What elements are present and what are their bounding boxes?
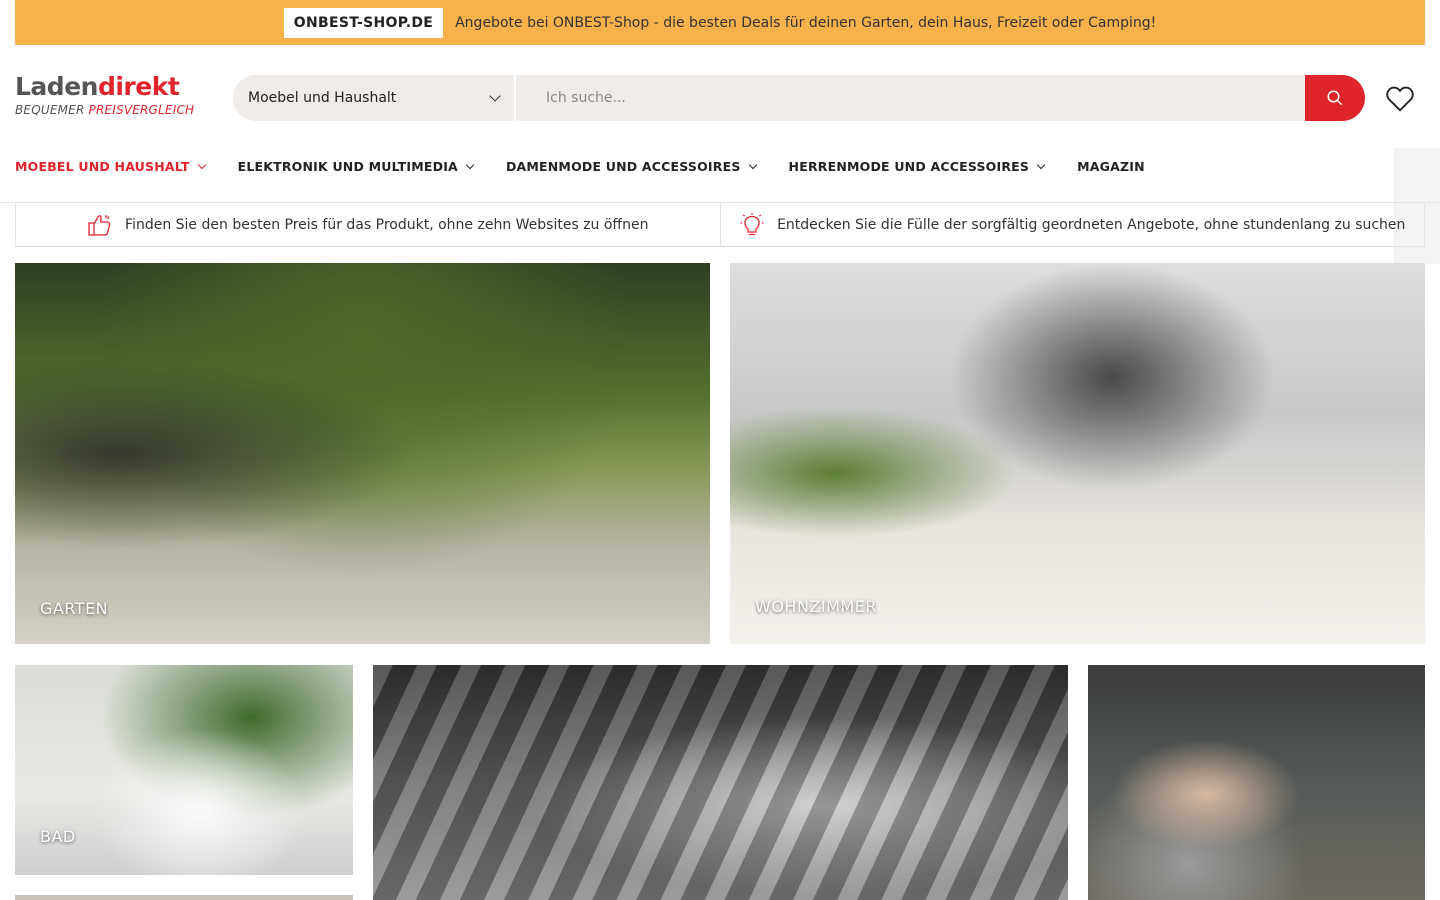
chevron-down-icon bbox=[489, 90, 501, 102]
main-nav: MOEBEL UND HAUSHALT ELEKTRONIK UND MULTI… bbox=[15, 150, 1145, 182]
chevron-down-icon bbox=[1036, 160, 1046, 169]
logo-tagline-part1: BEQUEMER bbox=[15, 103, 89, 117]
nav-item-label: DAMENMODE UND ACCESSOIRES bbox=[505, 158, 741, 174]
thumbs-up-icon bbox=[87, 212, 113, 238]
chevron-down-icon bbox=[197, 160, 206, 169]
search-input[interactable] bbox=[516, 75, 1305, 121]
tile-label: BAD bbox=[40, 827, 76, 846]
logo-text-part1: Laden bbox=[15, 72, 98, 101]
search-icon bbox=[1327, 90, 1343, 106]
feature-text: Finden Sie den besten Preis für das Prod… bbox=[125, 216, 649, 233]
category-tile-kitchen[interactable] bbox=[1088, 665, 1425, 900]
lightbulb-icon bbox=[739, 212, 765, 238]
nav-item-moebel[interactable]: MOEBEL UND HAUSHALT bbox=[15, 158, 206, 174]
nav-item-label: HERRENMODE UND ACCESSOIRES bbox=[788, 158, 1030, 174]
chevron-down-icon bbox=[748, 160, 757, 169]
heart-icon bbox=[1386, 86, 1414, 112]
tile-label: GARTEN bbox=[40, 599, 109, 618]
nav-item-damenmode[interactable]: DAMENMODE UND ACCESSOIRES bbox=[505, 158, 757, 174]
feature-item: Finden Sie den besten Preis für das Prod… bbox=[16, 203, 720, 246]
category-select-value: Moebel und Haushalt bbox=[248, 90, 397, 106]
category-tile-wohnzimmer[interactable]: WOHNZIMMER bbox=[730, 263, 1425, 644]
category-tile-garten[interactable]: GARTEN bbox=[15, 263, 710, 644]
promo-badge[interactable]: ONBEST-SHOP.DE bbox=[283, 7, 444, 38]
search-button[interactable] bbox=[1305, 75, 1365, 121]
promo-text[interactable]: Angebote bei ONBEST-Shop - die besten De… bbox=[455, 15, 1156, 31]
chevron-down-icon bbox=[465, 160, 475, 169]
category-tile-tools[interactable] bbox=[373, 665, 1068, 900]
nav-item-herrenmode[interactable]: HERRENMODE UND ACCESSOIRES bbox=[788, 158, 1046, 174]
promo-bar: ONBEST-SHOP.DE Angebote bei ONBEST-Shop … bbox=[15, 0, 1425, 45]
site-logo[interactable]: Ladendirekt BEQUEMER PREISVERGLEICH bbox=[15, 72, 195, 117]
nav-item-label: ELEKTRONIK UND MULTIMEDIA bbox=[237, 158, 458, 174]
logo-tagline-part2: PREISVERGLEICH bbox=[88, 103, 195, 117]
category-tile-partial[interactable] bbox=[15, 895, 353, 900]
category-select[interactable]: Moebel und Haushalt bbox=[233, 75, 514, 121]
category-tile-bad[interactable]: BAD bbox=[15, 665, 353, 875]
nav-item-magazin[interactable]: MAGAZIN bbox=[1077, 159, 1145, 174]
feature-text: Entdecken Sie die Fülle der sorgfältig g… bbox=[777, 216, 1406, 233]
feature-bar: Finden Sie den besten Preis für das Prod… bbox=[15, 202, 1425, 247]
feature-item: Entdecken Sie die Fülle der sorgfältig g… bbox=[719, 203, 1425, 246]
tile-label: WOHNZIMMER bbox=[755, 597, 877, 616]
wishlist-button[interactable] bbox=[1383, 82, 1417, 116]
nav-item-elektronik[interactable]: ELEKTRONIK UND MULTIMEDIA bbox=[237, 158, 475, 174]
logo-text-part2: direkt bbox=[97, 72, 180, 101]
nav-item-label: MAGAZIN bbox=[1077, 158, 1145, 174]
nav-item-label: MOEBEL UND HAUSHALT bbox=[15, 158, 190, 174]
